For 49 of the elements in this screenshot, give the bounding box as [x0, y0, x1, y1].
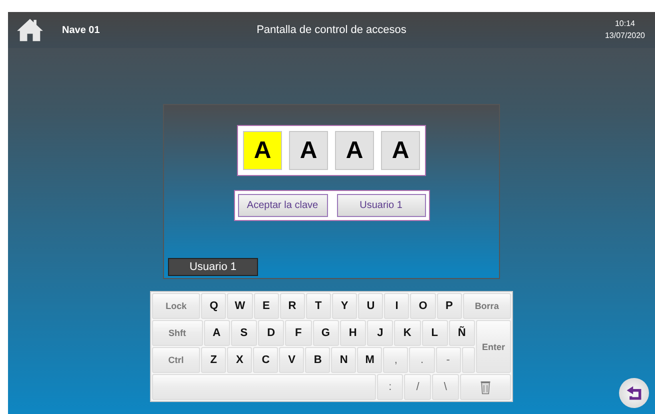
- keyboard-key[interactable]: V: [279, 347, 304, 373]
- keyboard-key[interactable]: S: [230, 320, 257, 346]
- keyboard-key[interactable]: L: [422, 320, 448, 346]
- keyboard-key[interactable]: G: [312, 320, 339, 346]
- accept-button[interactable]: Aceptar la clave: [238, 194, 328, 217]
- keyboard-key[interactable]: E: [254, 293, 279, 319]
- user-button[interactable]: Usuario 1: [336, 194, 426, 217]
- keyboard-key[interactable]: R: [280, 293, 305, 319]
- keyboard-key[interactable]: ,: [383, 347, 408, 373]
- keyboard-key[interactable]: O: [410, 293, 436, 319]
- keyboard-key[interactable]: P: [436, 293, 462, 319]
- clock-date: 13/07/2020: [604, 30, 645, 42]
- code-character[interactable]: A: [243, 131, 282, 170]
- keyboard-key[interactable]: T: [306, 293, 331, 319]
- location-label: Nave 01: [62, 24, 100, 36]
- keyboard-key[interactable]: N: [331, 347, 356, 373]
- keyboard-key[interactable]: Ctrl: [152, 347, 200, 373]
- keyboard-key[interactable]: \: [432, 374, 459, 400]
- keyboard-key[interactable]: Lock: [152, 293, 200, 319]
- enter-key[interactable]: Enter: [476, 320, 511, 373]
- keyboard-key[interactable]: Ñ: [448, 320, 475, 346]
- keyboard-key[interactable]: Y: [332, 293, 358, 319]
- keyboard-key[interactable]: Borra: [462, 293, 511, 319]
- keyboard-key[interactable]: B: [305, 347, 330, 373]
- keyboard-key[interactable]: .: [409, 347, 434, 373]
- keyboard-key[interactable]: D: [258, 320, 284, 346]
- keyboard-key[interactable]: M: [357, 347, 382, 373]
- keyboard-key[interactable]: J: [367, 320, 394, 346]
- user-label: Usuario 1: [168, 258, 258, 276]
- keyboard-key[interactable]: /: [404, 374, 432, 400]
- code-character[interactable]: A: [381, 131, 420, 170]
- keyboard-key[interactable]: F: [285, 320, 312, 346]
- keyboard-key[interactable]: H: [340, 320, 366, 346]
- keyboard-key[interactable]: U: [358, 293, 384, 319]
- keyboard-key[interactable]: Z: [201, 347, 226, 373]
- keyboard-key[interactable]: X: [227, 347, 252, 373]
- keyboard-key[interactable]: W: [227, 293, 253, 319]
- code-character[interactable]: A: [289, 131, 328, 170]
- keyboard-key[interactable]: I: [384, 293, 410, 319]
- keyboard-key[interactable]: -: [436, 347, 461, 373]
- keyboard-key[interactable]: :: [376, 374, 404, 400]
- keyboard-key[interactable]: Q: [201, 293, 226, 319]
- keyboard-key[interactable]: K: [394, 320, 420, 346]
- keyboard-key[interactable]: Shft: [152, 320, 202, 346]
- code-character[interactable]: A: [335, 131, 374, 170]
- keyboard-key[interactable]: A: [204, 320, 230, 346]
- clock-time: 10:14: [614, 18, 635, 30]
- screen-title: Pantalla de control de accesos: [256, 24, 408, 36]
- keyboard-key[interactable]: C: [253, 347, 278, 373]
